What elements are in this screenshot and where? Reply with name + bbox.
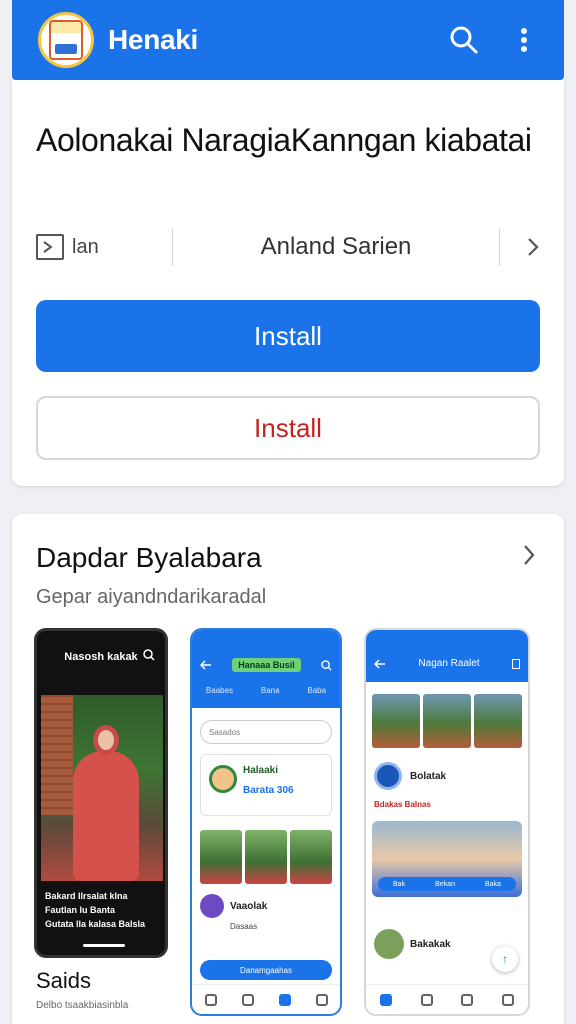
app-title: Henaki <box>108 24 199 55</box>
more-options-button[interactable] <box>502 18 546 62</box>
screenshot-tabs: Baabes Bana Baba <box>205 686 327 695</box>
section-title[interactable]: Dapdar Byalabara <box>36 542 262 574</box>
chevron-right-icon <box>528 238 539 256</box>
footer-title: Saids <box>36 968 92 993</box>
developer-icon <box>36 234 64 260</box>
section-chevron-button[interactable] <box>522 544 536 571</box>
screenshot-tags: Bdakas Balnas <box>374 800 431 809</box>
screenshot-profile-card: Halaaki Barata 306 <box>200 754 332 816</box>
screenshot-search: Sasados <box>200 720 332 744</box>
screenshot-photo-row <box>372 694 522 748</box>
install-button[interactable]: Install <box>36 300 540 372</box>
more-vert-icon <box>521 28 527 52</box>
screenshot-2[interactable]: Hanaaa Busil Baabes Bana Baba Sasados Hala… <box>190 628 342 1016</box>
screenshot-photo <box>41 695 163 881</box>
info-chevron-button[interactable] <box>500 237 540 257</box>
info-left-label: lan <box>72 235 99 258</box>
home-indicator <box>83 944 125 947</box>
developer-name[interactable]: Anland Sarien <box>173 233 499 261</box>
screenshot-user-sub: Dasaas <box>230 922 258 931</box>
install-secondary-button[interactable]: Install <box>36 396 540 460</box>
screenshot-caption: Bakard Ilrsalat klna Fautlan lu Banta Gu… <box>45 891 146 929</box>
screenshot-fab: ↑ <box>492 946 518 972</box>
info-row: lan Anland Sarien <box>36 226 540 268</box>
screenshot-3[interactable]: Nagan Raalet Bolatak Bdakas Balnas Bak Be… <box>364 628 530 1016</box>
chevron-right-icon <box>524 545 535 565</box>
back-arrow-icon <box>374 658 385 669</box>
search-button[interactable] <box>442 18 486 62</box>
screenshot-toolbar: Hanaaa Busil Baabes Bana Baba <box>192 630 340 708</box>
screenshot-button: Danamgaahas <box>200 960 332 980</box>
app-logo-icon[interactable] <box>38 12 94 68</box>
screenshot-title: Hanaaa Busil <box>232 658 301 672</box>
search-icon <box>143 649 155 661</box>
back-arrow-icon <box>200 660 211 670</box>
app-detail-card: Aolonakai NaragiaKanngan kiabatai lan An… <box>12 80 564 486</box>
screenshot-bottom-nav <box>192 984 340 1014</box>
screenshot-title: Nagan Raalet <box>418 658 480 669</box>
screenshot-photo-strip: Bak Bekan Baka <box>372 821 522 897</box>
screenshot-toolbar: Nagan Raalet <box>366 630 528 682</box>
screenshots-card: Dapdar Byalabara Gepar aiyandndarikarada… <box>12 514 564 1024</box>
screenshot-1[interactable]: Nasosh kakak Bakard Ilrsalat klna Fautla… <box>34 628 168 958</box>
screenshot-user: Bolatak <box>374 762 520 790</box>
search-icon <box>450 26 478 54</box>
app-bar: Henaki <box>12 0 564 80</box>
section-subtitle: Gepar aiyandndarikaradal <box>36 586 267 608</box>
app-headline: Aolonakai NaragiaKanngan kiabatai <box>36 122 532 158</box>
screenshot-bottom-nav <box>366 984 528 1014</box>
screenshot-title: Nasosh kakak <box>64 651 138 663</box>
footer-subtitle: Delbo tsaakbiasinbla <box>36 1000 129 1011</box>
search-icon <box>321 659 332 671</box>
screenshot-photo-row <box>200 830 332 884</box>
screenshot-user: Vaaolak <box>200 894 332 918</box>
screenshot-toolbar: Nasosh kakak <box>37 631 165 683</box>
